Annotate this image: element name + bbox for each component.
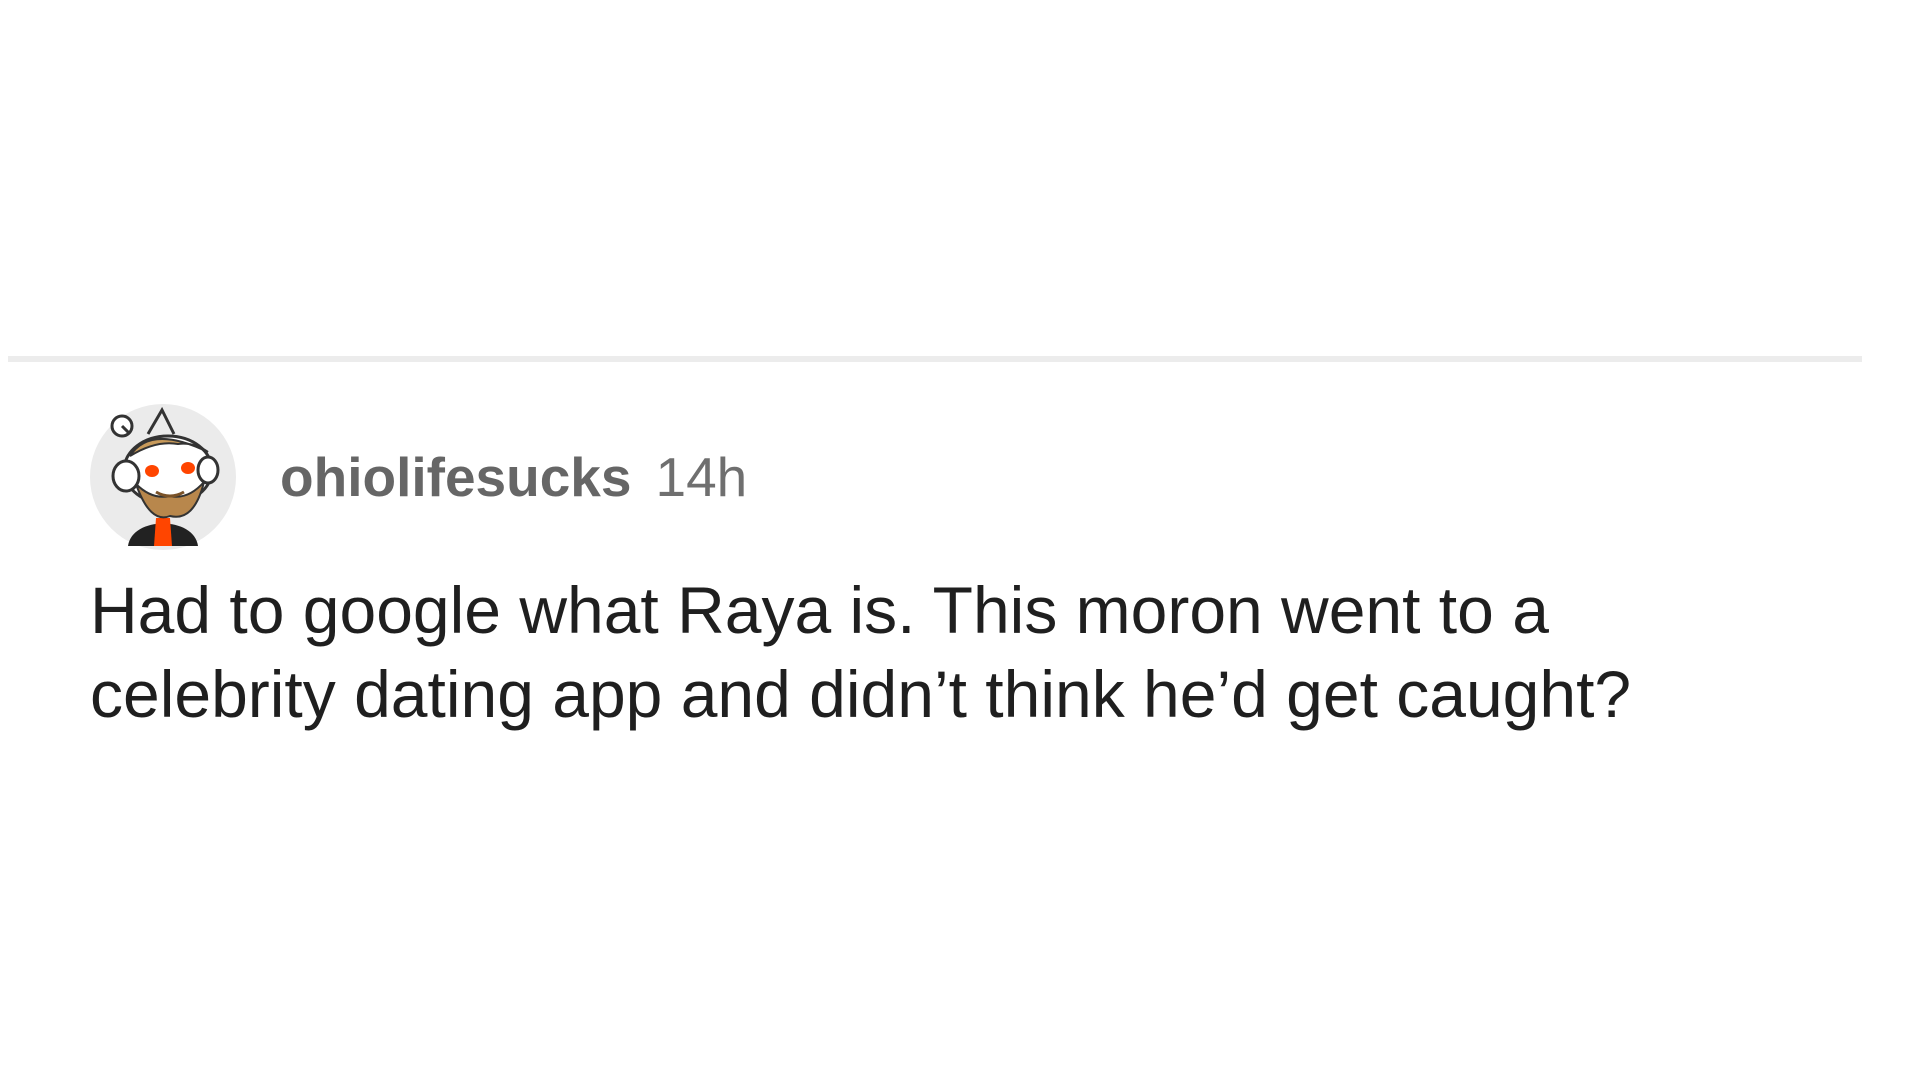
reddit-comment-screenshot: ohiolifesucks 14h Had to google what Ray… <box>0 0 1920 1080</box>
comment-body: Had to google what Raya is. This moron w… <box>90 573 1632 731</box>
timestamp: 14h <box>655 445 748 508</box>
username-link[interactable]: ohiolifesucks <box>280 449 631 505</box>
comment-meta: ohiolifesucks 14h <box>280 445 748 508</box>
comment-header: ohiolifesucks 14h <box>90 404 1850 550</box>
snoo-avatar-icon[interactable] <box>90 404 236 550</box>
divider <box>8 356 1862 362</box>
comment: ohiolifesucks 14h Had to google what Ray… <box>90 404 1850 736</box>
